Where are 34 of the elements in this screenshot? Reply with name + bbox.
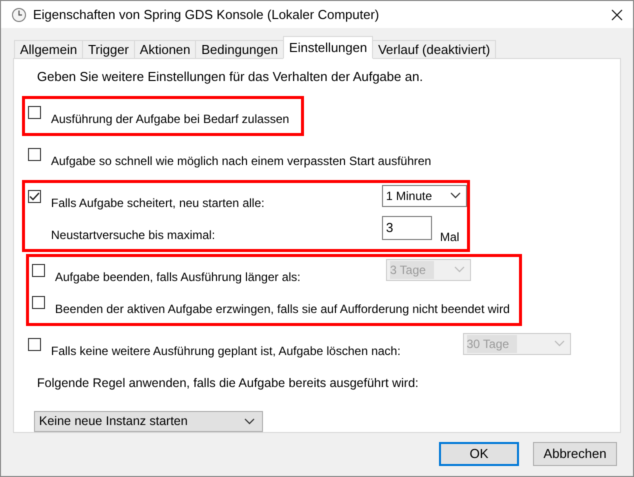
tab[interactable]: Verlauf (deaktiviert) [372,40,496,59]
checkbox[interactable] [28,148,41,161]
chevron-down-icon [244,418,255,426]
checkbox[interactable] [28,106,41,119]
checkbox[interactable] [32,296,45,309]
tab[interactable]: Bedingungen [195,40,284,59]
chevron-down-icon [454,266,465,273]
checkbox[interactable] [32,264,45,277]
number-field[interactable]: 3 [382,216,432,240]
checkbox[interactable] [28,190,41,203]
chevron-down-icon [554,340,565,347]
chevron-down-icon [450,192,461,199]
unit-label: Mal [440,228,460,246]
option-label: Ausführung der Aufgabe bei Bedarf zulassen [51,110,290,128]
option-label: Neustartversuche bis maximal: [51,226,216,244]
option-label: Aufgabe beenden, falls Ausführung länger als: [55,268,302,286]
dropdown[interactable]: 1 Minute [382,184,467,206]
description-text: Geben Sie weitere Einstellungen für das Verhalten der Aufgabe an. [37,68,424,86]
check-icon [29,192,40,201]
tab[interactable]: Allgemein [14,40,84,59]
clock-icon [11,6,27,22]
window-title: Eigenschaften von Spring GDS Konsole (Lokaler Computer) [33,6,380,24]
close-icon[interactable] [611,8,623,20]
checkbox[interactable] [28,338,41,351]
option-label: Falls Aufgabe scheitert, neu starten alle: [51,194,266,212]
rule-dropdown[interactable]: Keine neue Instanz starten [34,411,263,432]
rule-label: Folgende Regel anwenden, falls die Aufgabe bereits ausgeführt wird: [37,374,420,392]
option-label: Aufgabe so schnell wie möglich nach einem verpassten Start ausführen [51,152,432,170]
tab[interactable]: Trigger [82,40,135,59]
option-label: Beenden der aktiven Aufgabe erzwingen, falls sie auf Aufforderung nicht beendet wird [55,300,510,318]
dialog-button[interactable]: Abbrechen [533,442,617,466]
tab[interactable]: Einstellungen [283,36,374,59]
option-label: Falls keine weitere Ausführung geplant ist, Aufgabe löschen nach: [51,342,401,360]
dialog-button[interactable]: OK [439,442,519,466]
